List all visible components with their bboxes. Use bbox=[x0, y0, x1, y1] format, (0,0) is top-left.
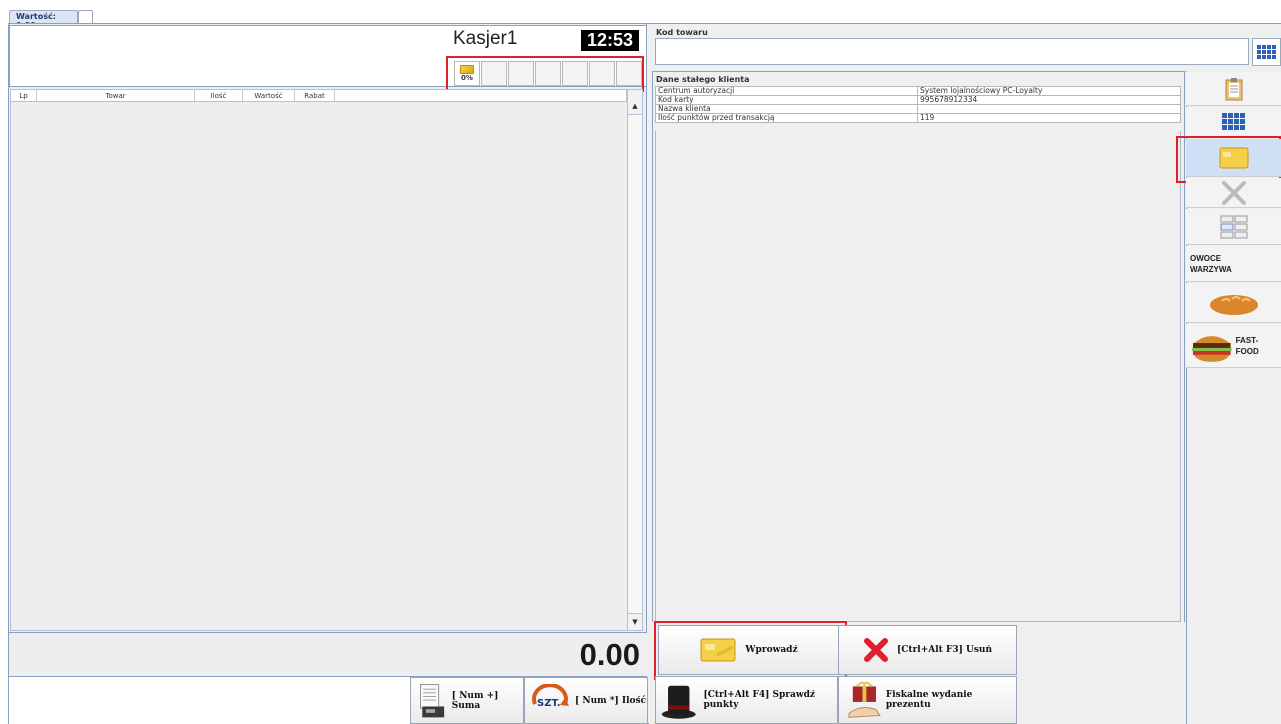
empty-slot[interactable] bbox=[508, 61, 534, 86]
total-value: 0.00 bbox=[579, 637, 640, 672]
sidebar-item-loyalty[interactable] bbox=[1186, 139, 1281, 177]
tab-value[interactable]: Wartość: 0.00 bbox=[9, 10, 78, 30]
column-header[interactable]: Wartość bbox=[243, 90, 295, 101]
empty-slot[interactable] bbox=[481, 61, 507, 86]
scroll-up-icon[interactable]: ▲ bbox=[628, 100, 642, 112]
clipboard-icon bbox=[1225, 77, 1242, 100]
empty-slot[interactable] bbox=[616, 61, 642, 86]
keypad-button[interactable] bbox=[1252, 38, 1281, 66]
scroll-track[interactable] bbox=[628, 114, 642, 614]
column-header[interactable]: Ilość bbox=[195, 90, 243, 101]
sidebar-item-bakery[interactable] bbox=[1186, 283, 1281, 323]
loyalty-legend: Dane stałego klienta bbox=[656, 75, 750, 84]
sidebar-item-clipboard[interactable] bbox=[1186, 72, 1281, 106]
sidebar-item-label: OWOCE WARZYWA bbox=[1190, 253, 1232, 274]
table-cell-key: Ilość punktów przed transakcją bbox=[655, 113, 918, 123]
gift-icon bbox=[848, 681, 881, 718]
column-header[interactable]: Rabat bbox=[295, 90, 335, 101]
table-row: Centrum autoryzacji System lojalnościowy… bbox=[655, 86, 1181, 96]
loyalty-card-icon bbox=[700, 638, 736, 662]
empty-slot[interactable] bbox=[589, 61, 615, 86]
delete-card-button[interactable]: [Ctrl+Alt F3] Usuń bbox=[838, 625, 1017, 675]
gift-label: Fiskalne wydanie prezentu bbox=[885, 690, 973, 710]
tools-icon bbox=[1221, 180, 1246, 205]
loyalty-card-icon bbox=[1219, 147, 1248, 168]
cashier-name: Kasjer1 bbox=[453, 28, 518, 49]
loyalty-table: Centrum autoryzacji System lojalnościowy… bbox=[655, 86, 1181, 123]
forms-icon bbox=[1220, 215, 1247, 238]
column-header[interactable]: Towar bbox=[37, 90, 195, 101]
discount-slots-highlight: 0% bbox=[446, 56, 644, 92]
enter-card-button[interactable]: Wprowadź bbox=[658, 625, 839, 675]
loyalty-details-area bbox=[655, 131, 1181, 622]
quantity-label: [ Num *] Ilość bbox=[575, 695, 647, 706]
magic-hat-icon bbox=[661, 685, 696, 719]
gift-button[interactable]: Fiskalne wydanie prezentu bbox=[838, 676, 1017, 724]
receipt-grid-header: Lp Towar Ilość Wartość Rabat bbox=[10, 89, 627, 102]
sidebar-item-fruit-veg[interactable]: OWOCE WARZYWA bbox=[1186, 246, 1281, 282]
table-cell-value: 995678912334 bbox=[917, 95, 1181, 105]
sidebar-item-fast-food[interactable]: FAST-FOOD bbox=[1186, 324, 1281, 368]
product-code-label: Kod towaru bbox=[656, 28, 708, 37]
delete-label: [Ctrl+Alt F3] Usuń bbox=[896, 645, 993, 655]
table-cell-key: Centrum autoryzacji bbox=[655, 86, 918, 96]
bread-icon bbox=[1209, 294, 1258, 315]
burger-icon bbox=[1191, 335, 1232, 362]
discount-label: 0% bbox=[461, 74, 473, 82]
receipt-scrollbar[interactable]: ▲ ▼ bbox=[627, 89, 643, 631]
table-row: Ilość punktów przed transakcją 119 bbox=[655, 113, 1181, 123]
register-icon bbox=[420, 683, 445, 717]
column-header[interactable]: Lp bbox=[11, 90, 37, 101]
sidebar-item-forms[interactable] bbox=[1186, 209, 1281, 245]
keypad-icon bbox=[1222, 113, 1245, 130]
loyalty-card-icon bbox=[460, 65, 474, 74]
receipt-grid-body[interactable] bbox=[10, 102, 627, 631]
sidebar-item-tools[interactable] bbox=[1186, 178, 1281, 208]
table-cell-value: 119 bbox=[917, 113, 1181, 123]
check-points-label: [Ctrl+Alt F4] Sprawdź punkty bbox=[703, 690, 816, 710]
close-icon bbox=[863, 638, 888, 662]
sum-label: [ Num +] Suma bbox=[451, 690, 499, 711]
table-row: Kod karty 995678912334 bbox=[655, 95, 1181, 105]
keypad-icon bbox=[1257, 45, 1276, 59]
check-points-button[interactable]: [Ctrl+Alt F4] Sprawdź punkty bbox=[655, 676, 838, 724]
product-code-input[interactable] bbox=[655, 38, 1249, 65]
enter-label: Wprowadź bbox=[745, 645, 798, 655]
scroll-down-icon[interactable]: ▼ bbox=[628, 616, 642, 628]
empty-slot[interactable] bbox=[562, 61, 588, 86]
szt-badge: SZT. bbox=[537, 698, 561, 709]
quantity-icon: SZT. bbox=[532, 683, 569, 709]
sum-button[interactable]: [ Num +] Suma bbox=[410, 677, 524, 724]
sidebar-item-keypad[interactable] bbox=[1186, 107, 1281, 137]
clock: 12:53 bbox=[581, 30, 639, 51]
sidebar-item-label: FAST-FOOD bbox=[1235, 335, 1259, 356]
table-cell-value bbox=[917, 104, 1181, 114]
tab-new[interactable] bbox=[78, 10, 93, 24]
empty-slot[interactable] bbox=[535, 61, 561, 86]
discount-slot[interactable]: 0% bbox=[454, 61, 480, 86]
tab-strip bbox=[0, 0, 1281, 23]
quantity-button[interactable]: SZT. [ Num *] Ilość bbox=[524, 677, 648, 724]
